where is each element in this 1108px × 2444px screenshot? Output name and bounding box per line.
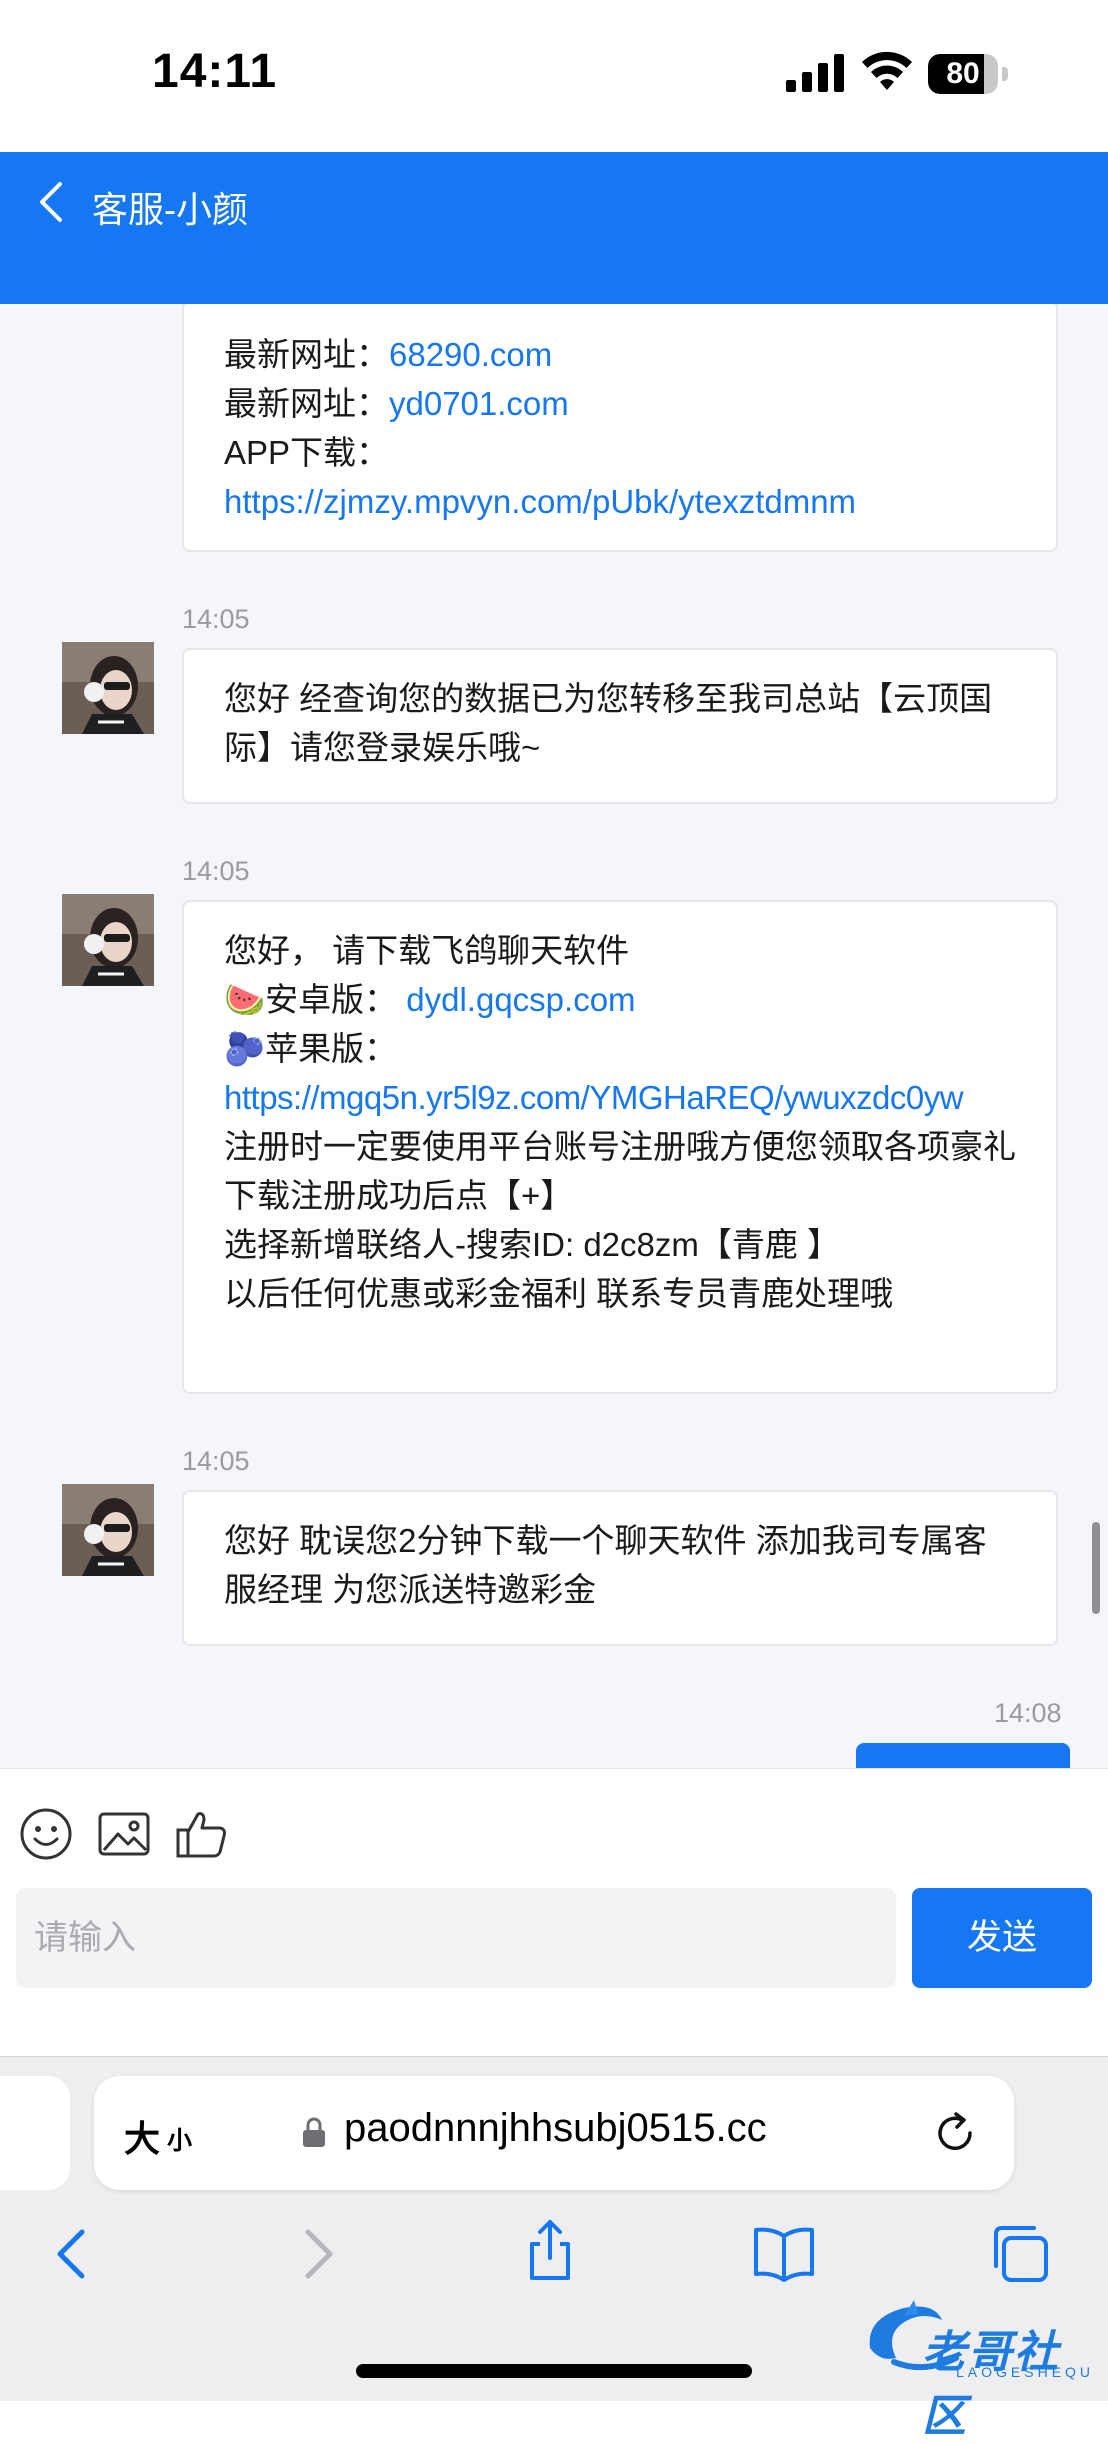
forward-icon[interactable] [284,2222,348,2286]
message-text: 下载注册成功后点【+】 [224,1177,574,1214]
message-text: 苹果版： [265,1030,398,1067]
message-line: https://mgq5n.yr5l9z.com/YMGHaREQ/ywuxzd… [224,1073,1016,1122]
url-text[interactable]: paodnnnjhhsubj0515.cc [344,2106,767,2151]
message-line: 最新网址：68290.com [224,330,1016,379]
message-bubble: 您好 经查询您的数据已为您转移至我司总站【云顶国际】请您登录娱乐哦~ [182,648,1058,804]
text-size-button[interactable]: 大 [124,2110,160,2162]
watermark-subtext: LAOGESHEQU [956,2364,1095,2380]
battery-cap [1002,67,1008,81]
app-download-link[interactable]: https://zjmzy.mpvyn.com/pUbk/ytexztdmnm [224,483,856,520]
bookmarks-icon[interactable] [752,2222,816,2286]
message-line: 最新网址：yd0701.com [224,379,1016,428]
message-bubble: 您好 耽误您2分钟下载一个聊天软件 添加我司专属客服经理 为您派送特邀彩金 [182,1490,1058,1646]
chevron-left-icon[interactable] [34,180,68,224]
address-bar[interactable]: 大 小 paodnnnjhhsubj0515.cc [94,2076,1014,2190]
cellular-signal-icon [786,54,844,92]
avatar[interactable] [62,894,154,986]
image-icon[interactable] [96,1806,152,1862]
message-text: 选择新增联络人-搜索ID: d2c8zm【青鹿 】 [224,1226,841,1263]
watermark-text: 老哥社区 [922,2328,1060,2441]
lock-icon [303,2117,325,2147]
wifi-icon [862,51,912,90]
thumbs-up-icon[interactable] [174,1806,230,1862]
message-timestamp: 14:05 [182,1446,250,1476]
chat-title: 客服-小颜 [92,189,248,230]
text-size-button-small[interactable]: 小 [167,2121,192,2157]
message-timestamp: 14:05 [182,856,250,886]
blueberries-emoji: 🫐 [224,1030,266,1067]
message-bubble: 您好， 请下载飞鸽聊天软件 🍉安卓版： dydl.gqcsp.com 🫐苹果版：… [182,900,1058,1394]
smiley-icon[interactable] [18,1806,74,1862]
website-link[interactable]: yd0701.com [389,385,569,422]
reload-icon[interactable] [932,2110,978,2156]
android-download-link[interactable]: dydl.gqcsp.com [406,981,635,1018]
avatar[interactable] [62,642,154,734]
battery-level: 80 [946,57,980,90]
home-indicator [356,2364,752,2378]
outgoing-message-bubble [856,1743,1070,1768]
website-link[interactable]: 68290.com [389,336,552,373]
send-button[interactable]: 发送 [912,1888,1092,1988]
message-line: 🍉安卓版： dydl.gqcsp.com [224,975,1016,1024]
avatar[interactable] [62,1484,154,1576]
message-line: APP下载： [224,428,1016,477]
message-line: https://zjmzy.mpvyn.com/pUbk/ytexztdmnm [224,477,1016,526]
community-watermark: 老哥社区 LAOGESHEQU [864,2298,1104,2441]
avatar-image [62,642,154,734]
message-input[interactable]: 请输入 [16,1888,896,1988]
message-text: 您好 经查询您的数据已为您转移至我司总站【云顶国际】请您登录娱乐哦~ [224,680,993,766]
previous-tab-card[interactable] [0,2076,70,2190]
message-timestamp: 14:05 [182,604,250,634]
message-bubble: 最新网址：68290.com 最新网址：yd0701.com APP下载： ht… [182,304,1058,552]
message-text: 最新网址： [224,336,389,373]
status-time: 14:11 [152,45,278,98]
battery-indicator: 80 [928,54,1010,94]
avatar-image [62,1484,154,1576]
message-text: 以后任何优惠或彩金福利 联系专员青鹿处理哦 [224,1275,894,1312]
avatar-image [62,894,154,986]
message-text: 您好， 请下载飞鸽聊天软件 [224,932,630,969]
chat-message-list[interactable]: 最新网址：68290.com 最新网址：yd0701.com APP下载： ht… [0,304,1108,1768]
scrollbar[interactable] [1092,1522,1100,1614]
message-text: 注册时一定要使用平台账号注册哦方便您领取各项豪礼 [224,1128,1016,1165]
message-text: 您好 耽误您2分钟下载一个聊天软件 添加我司专属客服经理 为您派送特邀彩金 [224,1522,987,1608]
tabs-icon[interactable] [988,2222,1052,2286]
share-icon[interactable] [518,2218,582,2282]
input-placeholder: 请输入 [34,1919,136,1957]
message-line: 🫐苹果版： [224,1024,1016,1073]
ios-download-link[interactable]: https://mgq5n.yr5l9z.com/YMGHaREQ/ywuxzd… [224,1079,964,1116]
message-text: 最新网址： [224,385,389,422]
back-icon[interactable] [42,2222,106,2286]
message-timestamp: 14:08 [994,1698,1062,1728]
message-text: APP下载： [224,434,390,471]
battery-body: 80 [928,54,998,94]
watermelon-emoji: 🍉 [224,981,266,1018]
message-text: 安卓版： [265,981,398,1018]
